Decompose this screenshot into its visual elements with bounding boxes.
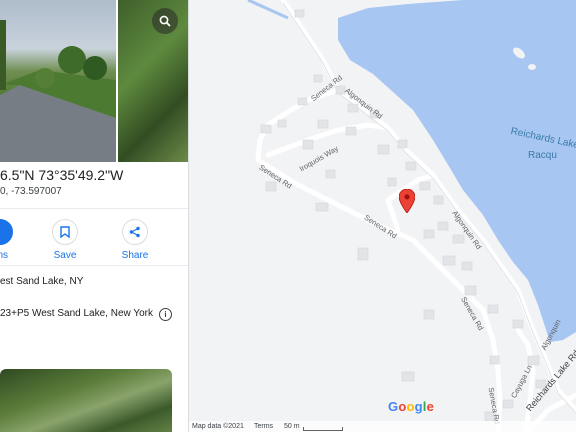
search-icon (159, 15, 171, 27)
locality-row[interactable]: est Sand Lake, NY (0, 276, 83, 287)
lake (338, 0, 576, 342)
share-label: Share (121, 250, 149, 261)
map-canvas[interactable]: Seneca Rd Algonquin Rd Iroquois Way Sene… (188, 0, 576, 432)
info-icon[interactable]: i (159, 308, 172, 321)
place-panel: 6.5"N 73°35'49.2"W 0, -73.597007 ons Sav… (0, 0, 189, 432)
share-button[interactable]: Share (110, 219, 160, 261)
scale-label[interactable]: 50 m (284, 423, 300, 430)
terms-link[interactable]: Terms (254, 423, 273, 430)
save-button[interactable]: Save (40, 219, 90, 261)
directions-button[interactable]: ons (0, 219, 25, 261)
plus-code-row[interactable]: 23+P5 West Sand Lake, New York (0, 308, 153, 319)
google-logo: Google (388, 399, 435, 414)
save-label: Save (53, 250, 77, 261)
map-graphics (247, 0, 576, 432)
directions-label: ons (0, 250, 9, 261)
coordinates-decimal: 0, -73.597007 (0, 186, 62, 197)
street-view-scene (0, 20, 116, 162)
bookmark-icon (52, 219, 78, 245)
map-pin-icon (399, 189, 415, 213)
scale-bar (303, 427, 343, 431)
map-attribution-bar: Map data ©2021 Terms 50 m (188, 421, 576, 432)
search-photos-button[interactable] (152, 8, 178, 34)
share-icon (122, 219, 148, 245)
place-photo[interactable] (118, 0, 188, 162)
divider (0, 265, 188, 266)
divider (0, 208, 188, 209)
place-photo-thumbnail[interactable] (0, 369, 172, 432)
lake-label-continued: Racqu (528, 150, 557, 161)
directions-icon (0, 219, 13, 245)
street-view-photo[interactable] (0, 0, 116, 162)
map-data-attribution: Map data ©2021 (192, 423, 244, 430)
coordinates-dms: 6.5"N 73°35'49.2"W (0, 167, 124, 183)
